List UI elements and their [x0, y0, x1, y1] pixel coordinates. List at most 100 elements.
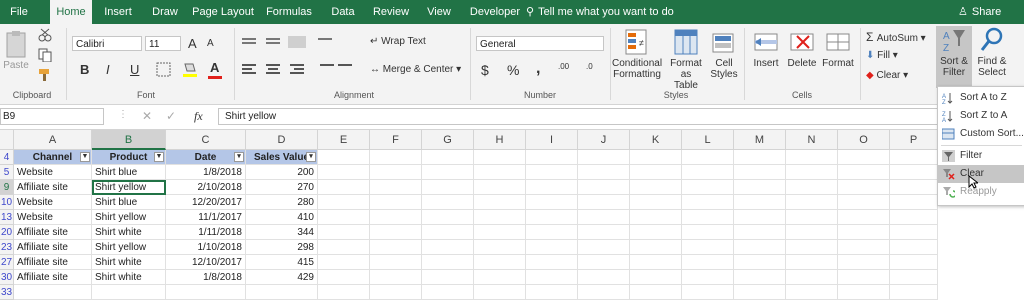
- empty-cell[interactable]: [474, 210, 526, 225]
- column-header-g[interactable]: G: [422, 130, 474, 150]
- empty-cell[interactable]: [370, 165, 422, 180]
- empty-cell[interactable]: [578, 165, 630, 180]
- filter-active-icon[interactable]: ▼: [154, 152, 164, 162]
- empty-cell[interactable]: [370, 180, 422, 195]
- table-cell[interactable]: Website: [14, 165, 92, 180]
- table-cell[interactable]: Affiliate site: [14, 270, 92, 285]
- empty-cell[interactable]: [526, 270, 578, 285]
- menu-item-filter[interactable]: Filter: [938, 147, 1024, 165]
- format-painter-icon[interactable]: [38, 68, 52, 82]
- clear-button[interactable]: ◆ Clear ▾: [866, 70, 908, 81]
- empty-cell[interactable]: [630, 195, 682, 210]
- filter-dropdown-icon[interactable]: ▾: [234, 152, 244, 162]
- empty-cell[interactable]: [734, 150, 786, 165]
- empty-cell[interactable]: [838, 210, 890, 225]
- empty-cell[interactable]: [734, 180, 786, 195]
- column-header-n[interactable]: N: [786, 130, 838, 150]
- name-box[interactable]: B9: [0, 108, 104, 125]
- empty-cell[interactable]: [370, 285, 422, 300]
- table-cell[interactable]: Affiliate site: [14, 180, 92, 195]
- table-cell[interactable]: Shirt white: [92, 270, 166, 285]
- empty-cell[interactable]: [422, 195, 474, 210]
- empty-cell[interactable]: [890, 195, 938, 210]
- row-header[interactable]: 13: [0, 210, 14, 225]
- empty-cell[interactable]: [734, 255, 786, 270]
- table-cell[interactable]: 12/20/2017: [166, 195, 246, 210]
- empty-cell[interactable]: [734, 285, 786, 300]
- table-cell[interactable]: 1/10/2018: [166, 240, 246, 255]
- table-cell[interactable]: [14, 285, 92, 300]
- table-cell[interactable]: 1/11/2018: [166, 225, 246, 240]
- empty-cell[interactable]: [370, 195, 422, 210]
- share-button[interactable]: ♙ Share: [958, 0, 1001, 24]
- tab-page-layout[interactable]: Page Layout: [192, 0, 254, 24]
- empty-cell[interactable]: [734, 240, 786, 255]
- empty-cell[interactable]: [786, 270, 838, 285]
- empty-cell[interactable]: [318, 195, 370, 210]
- fill-color-icon[interactable]: [182, 62, 200, 78]
- empty-cell[interactable]: [838, 165, 890, 180]
- empty-cell[interactable]: [526, 165, 578, 180]
- decrease-decimal-button[interactable]: .0: [586, 62, 593, 71]
- menu-item-custom-sort[interactable]: Custom Sort...: [938, 125, 1024, 143]
- empty-cell[interactable]: [318, 240, 370, 255]
- shrink-font-button[interactable]: A: [207, 38, 214, 49]
- empty-cell[interactable]: [890, 210, 938, 225]
- empty-cell[interactable]: [578, 225, 630, 240]
- table-cell[interactable]: 12/10/2017: [166, 255, 246, 270]
- empty-cell[interactable]: [682, 240, 734, 255]
- empty-cell[interactable]: [838, 270, 890, 285]
- empty-cell[interactable]: [890, 225, 938, 240]
- empty-cell[interactable]: [838, 150, 890, 165]
- empty-cell[interactable]: [838, 285, 890, 300]
- number-format-select[interactable]: General: [476, 36, 604, 51]
- empty-cell[interactable]: [682, 180, 734, 195]
- comma-button[interactable]: ,: [536, 60, 540, 78]
- row-header[interactable]: 30: [0, 270, 14, 285]
- table-cell[interactable]: 298: [246, 240, 318, 255]
- tab-home[interactable]: Home: [50, 0, 92, 24]
- empty-cell[interactable]: [422, 150, 474, 165]
- empty-cell[interactable]: [630, 240, 682, 255]
- empty-cell[interactable]: [786, 240, 838, 255]
- wrap-text-button[interactable]: ↵ Wrap Text: [370, 36, 426, 47]
- empty-cell[interactable]: [682, 285, 734, 300]
- table-cell[interactable]: [166, 285, 246, 300]
- table-cell[interactable]: 1/8/2018: [166, 270, 246, 285]
- empty-cell[interactable]: [786, 225, 838, 240]
- empty-cell[interactable]: [318, 255, 370, 270]
- column-header-e[interactable]: E: [318, 130, 370, 150]
- font-color-button[interactable]: A: [210, 60, 219, 75]
- tell-me-box[interactable]: ⚲ Tell me what you want to do: [526, 0, 674, 24]
- empty-cell[interactable]: [682, 225, 734, 240]
- empty-cell[interactable]: [890, 285, 938, 300]
- table-cell[interactable]: Shirt blue: [92, 165, 166, 180]
- percent-button[interactable]: %: [507, 62, 519, 78]
- table-cell[interactable]: Shirt white: [92, 225, 166, 240]
- cut-icon[interactable]: [38, 28, 52, 42]
- column-header-o[interactable]: O: [838, 130, 890, 150]
- tab-formulas[interactable]: Formulas: [264, 0, 314, 24]
- grow-font-button[interactable]: A: [188, 36, 197, 51]
- empty-cell[interactable]: [526, 240, 578, 255]
- table-cell[interactable]: 280: [246, 195, 318, 210]
- underline-button[interactable]: U: [130, 62, 139, 77]
- filter-dropdown-icon[interactable]: ▾: [306, 152, 316, 162]
- font-size-select[interactable]: 11: [145, 36, 181, 51]
- empty-cell[interactable]: [838, 255, 890, 270]
- empty-cell[interactable]: [422, 225, 474, 240]
- empty-cell[interactable]: [578, 180, 630, 195]
- column-header-p[interactable]: P: [890, 130, 938, 150]
- table-header-cell[interactable]: Channel ▼: [14, 150, 92, 165]
- empty-cell[interactable]: [630, 255, 682, 270]
- table-cell[interactable]: Shirt white: [92, 255, 166, 270]
- empty-cell[interactable]: [526, 195, 578, 210]
- empty-cell[interactable]: [474, 180, 526, 195]
- empty-cell[interactable]: [318, 150, 370, 165]
- empty-cell[interactable]: [786, 255, 838, 270]
- format-as-table-button[interactable]: Format as Table: [664, 28, 708, 91]
- empty-cell[interactable]: [734, 270, 786, 285]
- empty-cell[interactable]: [474, 240, 526, 255]
- menu-item-sort-z-to-a[interactable]: ZA Sort Z to A: [938, 107, 1024, 125]
- empty-cell[interactable]: [422, 210, 474, 225]
